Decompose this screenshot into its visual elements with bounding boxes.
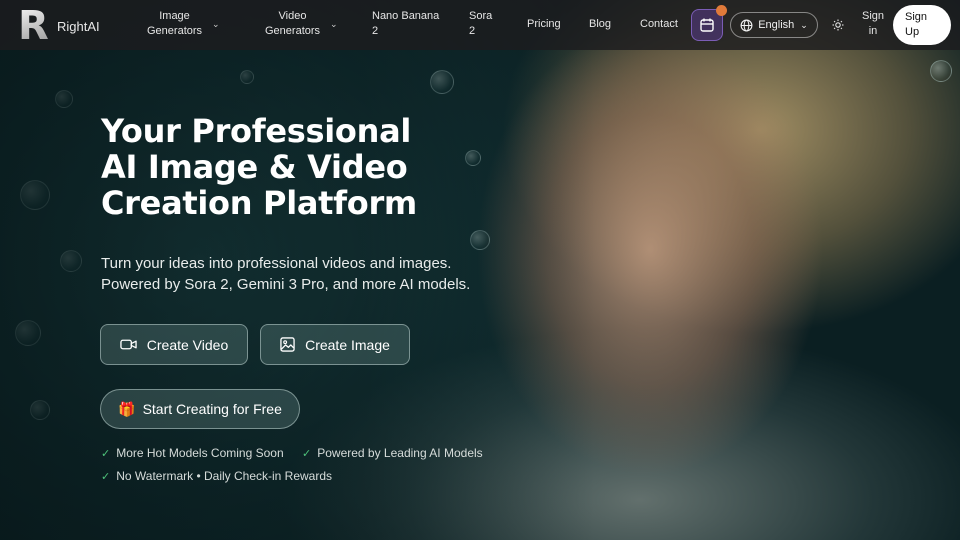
gift-icon: 🎁 [118,400,136,417]
nav-label: Generators [265,25,321,37]
check-icon: ✓ [302,447,312,460]
nav-image-generators[interactable]: Image Generators ⌄ [147,9,220,39]
daily-checkin-button[interactable] [691,5,727,41]
start-creating-label: Start Creating for Free [142,401,282,417]
nav-label: Blog [589,18,612,30]
create-video-label: Create Video [146,336,229,353]
hero-title-line: Your Professional [101,112,412,150]
sign-up-button[interactable]: Sign Up [893,5,951,45]
hero-title-line: AI Image & Video [101,148,408,186]
nav-label: 2 [372,25,379,37]
nav-video-generators[interactable]: Video Generators ⌄ [265,9,338,39]
calendar-icon [700,18,714,32]
feature-item: ✓ Powered by Leading AI Models [302,446,483,460]
feature-label: No Watermark • Daily Check-in Rewards [116,469,333,483]
nav-pricing[interactable]: Pricing [527,17,561,32]
feature-item: ✓ No Watermark • Daily Check-in Rewards [101,469,332,483]
image-icon [280,337,295,352]
check-icon: ✓ [101,447,111,460]
hero-subtitle-line: Turn your ideas into professional videos… [101,255,452,272]
hero-title: Your Professional AI Image & Video Creat… [101,113,481,221]
sign-in-label: Sign [861,10,885,22]
theme-toggle[interactable] [829,16,847,34]
nav-blog[interactable]: Blog [589,17,611,32]
nav-label: Video [278,10,307,22]
video-camera-icon [120,339,137,350]
nav-label: Contact [640,18,678,30]
notification-dot [716,5,727,16]
feature-item: ✓ More Hot Models Coming Soon [101,446,284,460]
nav-label: Sora [469,10,493,22]
sun-icon [832,19,844,31]
chevron-down-icon: ⌄ [800,19,808,30]
brand-name: RightAI [57,18,100,34]
create-video-button[interactable]: Create Video [100,324,248,365]
sign-up-label: Up [905,26,920,38]
language-label: English [758,19,795,31]
language-selector[interactable]: English ⌄ [730,12,818,38]
hero-subtitle: Turn your ideas into professional videos… [101,253,521,295]
nav-nano-banana-2[interactable]: Nano Banana 2 [372,9,439,39]
chevron-down-icon: ⌄ [212,18,220,29]
nav-sora-2[interactable]: Sora 2 [469,9,492,39]
logo-mark-icon: R [18,3,49,49]
hero-subtitle-line: Powered by Sora 2, Gemini 3 Pro, and mor… [101,276,471,293]
site-header: R RightAI Image Generators ⌄ Video Gener… [0,0,960,50]
sign-up-label: Sign [905,11,928,23]
nav-contact[interactable]: Contact [640,17,678,32]
brand-logo[interactable]: R RightAI [18,3,100,49]
nav-label: Nano Banana [372,10,440,22]
nav-label: Generators [147,25,203,37]
start-creating-free-button[interactable]: 🎁 Start Creating for Free [100,389,300,429]
create-image-label: Create Image [305,336,390,353]
chevron-down-icon: ⌄ [330,18,338,29]
create-image-button[interactable]: Create Image [260,324,410,365]
sign-in-label: in [868,25,878,37]
globe-icon [740,19,753,31]
feature-label: Powered by Leading AI Models [317,446,483,460]
feature-label: More Hot Models Coming Soon [116,446,284,460]
nav-label: 2 [469,25,476,37]
sign-in-link[interactable]: Sign in [861,9,885,39]
nav-label: Image [159,10,190,22]
check-icon: ✓ [101,470,111,483]
hero-title-line: Creation Platform [101,184,417,222]
nav-label: Pricing [527,18,561,30]
